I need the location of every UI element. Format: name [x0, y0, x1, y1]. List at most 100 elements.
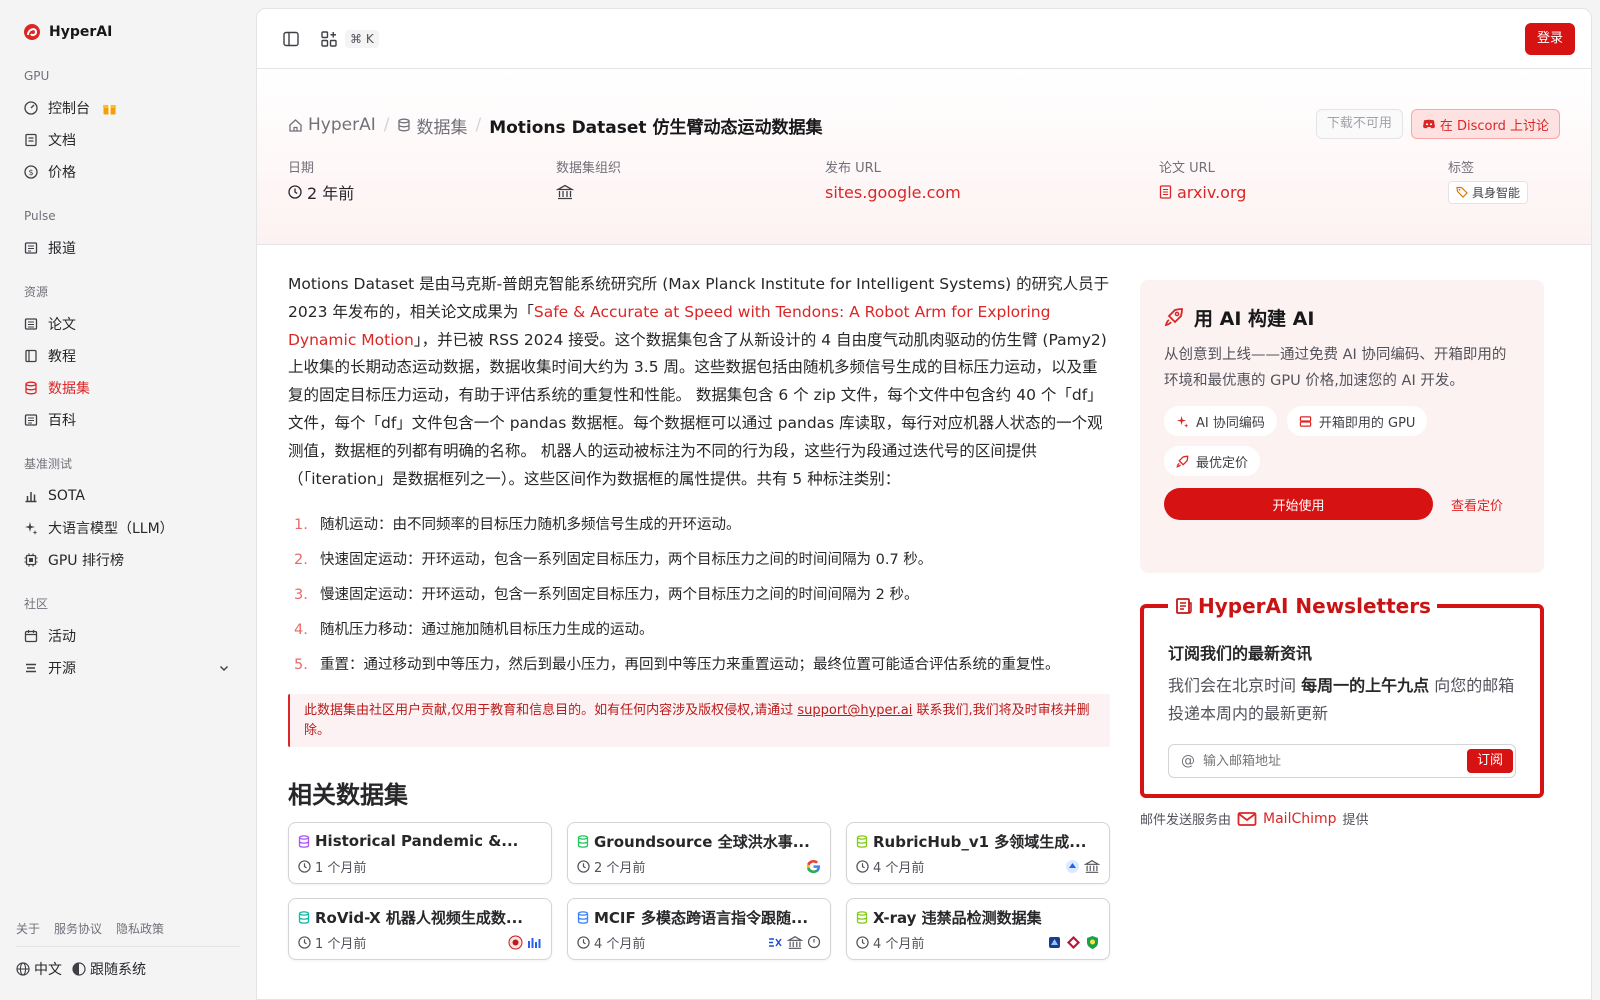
sparkle-icon — [25, 522, 38, 535]
paper-url-link[interactable]: arxiv.org — [1177, 183, 1246, 202]
sidebar-item-opensource[interactable]: 开源 — [16, 652, 240, 684]
get-started-button[interactable]: 开始使用 — [1164, 488, 1433, 520]
download-button[interactable]: 下载不可用 — [1315, 109, 1403, 139]
list-item: 5. 重置：通过移动到中等压力，然后到最小压力，再回到中等压力来重置运动；最终位置… — [294, 657, 1060, 674]
sidebar-item-gpu-leaderboard[interactable]: GPU 排行榜 — [16, 544, 240, 576]
at-icon: @ — [1181, 753, 1195, 769]
sidebar-item-llm[interactable]: 大语言模型（LLM） — [16, 512, 240, 544]
privacy-link[interactable]: 隐私政策 — [116, 920, 164, 937]
institution-icon — [787, 936, 803, 950]
release-url-link[interactable]: sites.google.com — [825, 183, 961, 202]
server-icon — [1299, 415, 1312, 427]
newspaper-icon — [1176, 598, 1192, 614]
breadcrumb-separator: / — [475, 115, 482, 135]
calendar-icon — [24, 630, 38, 643]
nav-group-pulse: Pulse — [24, 209, 56, 223]
newsletter-box: HyperAI Newsletters 订阅我们的最新资讯 我们会在北京时间 每… — [1140, 592, 1544, 798]
newsletter-legend: HyperAI Newsletters — [1168, 592, 1437, 620]
svg-text:$: $ — [28, 168, 33, 177]
database-icon — [25, 381, 37, 395]
database-icon — [577, 911, 589, 924]
promo-description: 从创意到上线——通过免费 AI 协同编码、开箱即用的环境和最优惠的 GPU 价格… — [1164, 347, 1507, 389]
brand-name: HyperAI — [49, 24, 113, 40]
clock-icon — [856, 860, 869, 874]
shield-logo-icon — [1087, 936, 1098, 950]
list-item: 2. 快速固定运动：开环运动，包含一系列固定目标压力，两个目标压力之间的时间间隔为… — [294, 552, 933, 569]
related-dataset-card[interactable]: RubricHub_v1 多领域生成... 4 个月前 — [846, 822, 1110, 885]
discord-button[interactable]: 在 Discord 上讨论 — [1410, 109, 1560, 139]
sidebar-item-pricing[interactable]: $ 价格 — [16, 156, 240, 188]
view-pricing-link[interactable]: 查看定价 — [1451, 495, 1503, 514]
sidebar-item-tutorials[interactable]: 教程 — [16, 340, 240, 372]
page-title: Motions Dataset 仿生臂动态运动数据集 — [489, 117, 823, 138]
notebook-icon — [25, 349, 37, 363]
feature-chip-pricing: 最优定价 — [1164, 446, 1261, 476]
breadcrumb-separator: / — [383, 115, 390, 135]
rocket-icon — [1164, 308, 1183, 327]
sidebar-item-console[interactable]: 控制台 — [16, 92, 240, 124]
list-item: 4. 随机压力移动：通过施加随机目标压力生成的运动。 — [294, 622, 654, 639]
chevron-down-icon[interactable] — [218, 662, 230, 674]
nav-group-resources: 资源 — [24, 285, 49, 299]
crest-logo-icon — [1049, 937, 1060, 949]
theme-icon — [72, 962, 86, 976]
description-paragraph: Motions Dataset 是由马克斯-普朗克智能系统研究所 (Max Pl… — [288, 275, 1110, 488]
related-dataset-card[interactable]: RoVid-X 机器人视频生成数... 1 个月前 — [288, 898, 552, 961]
rocket-icon — [1176, 455, 1189, 468]
related-datasets-grid: Historical Pandemic &... 1 个月前 Groundsou… — [288, 822, 1110, 961]
nav-group-gpu: GPU — [24, 69, 50, 83]
email-input[interactable] — [1203, 753, 1443, 769]
discord-icon — [1422, 119, 1435, 129]
tag-chip[interactable]: 具身智能 — [1448, 180, 1529, 204]
sidebar-item-sota[interactable]: SOTA — [16, 480, 240, 512]
about-link[interactable]: 关于 — [16, 920, 40, 937]
org-logo-icon — [1066, 860, 1079, 874]
list-icon — [26, 663, 36, 673]
breadcrumb-home[interactable]: HyperAI — [288, 115, 376, 135]
command-shortcut[interactable]: ⌘ K — [345, 29, 379, 48]
related-dataset-card[interactable]: Historical Pandemic &... 1 个月前 — [288, 822, 552, 885]
brand[interactable]: HyperAI — [16, 22, 240, 42]
home-icon — [289, 118, 302, 132]
newsletter-heading: 订阅我们的最新资讯 — [1168, 644, 1313, 663]
institution-icon — [1084, 860, 1100, 874]
breadcrumb-datasets[interactable]: 数据集 — [397, 113, 467, 138]
support-email-link[interactable]: support@hyper.ai — [797, 703, 912, 718]
copyright-notice: 此数据集由社区用户贡献,仅用于教育和信息目的。如有任何内容涉及版权侵权,请通过 … — [288, 694, 1110, 748]
language-switcher[interactable]: 中文 — [16, 959, 62, 979]
list-item: 1. 随机运动：由不同频率的目标压力随机多频信号生成的开环运动。 — [294, 517, 741, 534]
toggle-sidebar-button[interactable] — [279, 27, 303, 51]
database-icon — [856, 835, 868, 848]
nav-group-benchmarks: 基准测试 — [24, 457, 73, 471]
clock-icon — [577, 860, 590, 874]
topbar: ⌘ K 登录 — [257, 9, 1591, 69]
apps-grid-icon — [321, 30, 337, 47]
sidebar-item-events[interactable]: 活动 — [16, 620, 240, 652]
related-dataset-card[interactable]: X-ray 违禁品检测数据集 4 个月前 — [846, 898, 1110, 961]
sidebar-item-papers[interactable]: 论文 — [16, 308, 240, 340]
meta-release-url: 发布 URL sites.google.com — [825, 161, 961, 202]
meta-tags: 标签 具身智能 — [1448, 157, 1529, 204]
dataset-description: Motions Dataset 是由马克斯-普朗克智能系统研究所 (Max Pl… — [288, 271, 1110, 961]
clock-icon — [856, 936, 869, 950]
related-dataset-card[interactable]: MCIF 多模态跨语言指令跟随... 4 个月前 — [567, 898, 831, 961]
diamond-logo-icon — [1067, 936, 1080, 950]
clock-icon — [288, 185, 302, 199]
sidebar-item-datasets[interactable]: 数据集 — [16, 372, 240, 404]
related-dataset-card[interactable]: Groundsource 全球洪水事... 2 个月前 — [567, 822, 831, 885]
institution-icon — [556, 184, 574, 200]
terms-link[interactable]: 服务协议 — [54, 920, 102, 937]
theme-switcher[interactable]: 跟随系统 — [72, 959, 146, 979]
meta-organization: 数据集组织 — [556, 157, 621, 203]
apps-button[interactable] — [317, 27, 341, 51]
sidebar-item-wiki[interactable]: 百科 — [16, 404, 240, 436]
mailchimp-link[interactable]: MailChimp — [1263, 811, 1337, 827]
nav-group-community: 社区 — [24, 597, 49, 611]
login-button[interactable]: 登录 — [1525, 23, 1575, 55]
tag-icon — [1456, 186, 1468, 198]
sidebar-toggle-icon — [283, 31, 299, 46]
sidebar-item-docs[interactable]: 文档 — [16, 124, 240, 156]
clock-icon — [298, 936, 311, 950]
subscribe-button[interactable]: 订阅 — [1467, 749, 1513, 773]
sidebar-item-news[interactable]: 报道 — [16, 232, 240, 264]
